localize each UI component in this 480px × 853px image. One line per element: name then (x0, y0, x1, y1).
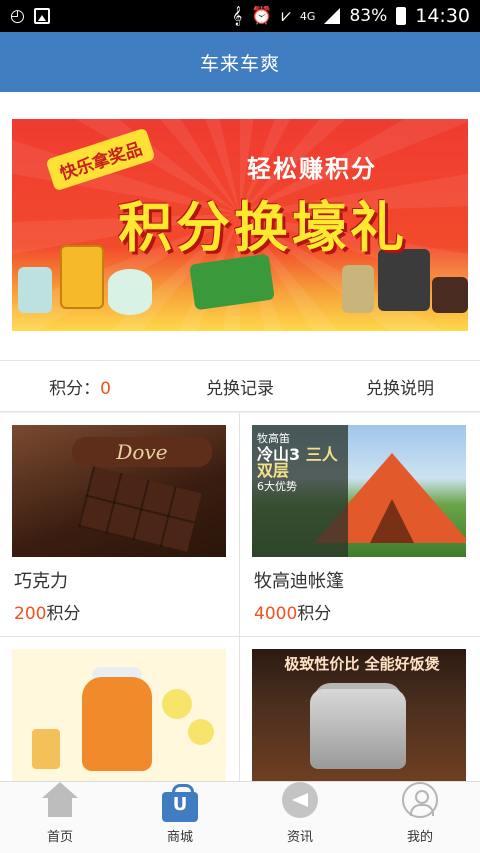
nav-mall[interactable]: 商城 (120, 782, 240, 853)
nav-label: 我的 (406, 830, 433, 845)
app-header: 车来车爽 (0, 32, 480, 92)
banner-title: 积分换壕礼 (118, 196, 408, 259)
snack (32, 729, 60, 769)
image-icon (33, 8, 50, 24)
juicer-body (82, 677, 152, 771)
chocolate-bar (78, 466, 202, 554)
nav-news[interactable]: 资讯 (240, 782, 360, 853)
bottom-nav: 首页 商城 资讯 我的 (0, 781, 480, 853)
dove-wrapper: Dove (72, 437, 212, 467)
status-bar: ◴ 𝄞 ⏰ ⩗ 4G 83% 14:30 (0, 0, 480, 32)
tent-info-panel: 牧高笛 冷山3 三人双层 6大优势 (252, 425, 348, 557)
exchange-history-link[interactable]: 兑换记录 (160, 374, 320, 399)
clock: 14:30 (415, 5, 470, 27)
cooker-slogan: 极致性价比 全能好饭煲 (284, 655, 440, 673)
product-card-tent[interactable]: 牧高笛 冷山3 三人双层 6大优势 牧高迪帐篷 4000积分 (240, 413, 480, 637)
alarm-icon: ⏰ (251, 6, 273, 26)
promo-banner[interactable]: 快乐拿奖品 轻松赚积分 积分换壕礼 (12, 119, 468, 331)
network-type: 4G (299, 9, 316, 23)
exchange-rules-link[interactable]: 兑换说明 (320, 374, 480, 399)
banner-subtitle: 轻松赚积分 (247, 155, 377, 183)
lemon (162, 689, 192, 719)
points-summary: 积分：0 (0, 374, 160, 399)
cooker-image (108, 269, 152, 315)
nav-label: 资讯 (286, 830, 313, 845)
points-bar: 积分：0 兑换记录 兑换说明 (0, 360, 480, 412)
thermos-image (342, 265, 374, 313)
nav-profile[interactable]: 我的 (360, 782, 480, 853)
product-name: 牧高迪帐篷 (254, 571, 344, 592)
nav-label: 首页 (46, 830, 73, 845)
lemon (188, 719, 214, 745)
wifi-icon: ⩗ (281, 6, 291, 26)
shopping-bag-icon (162, 784, 198, 822)
product-card-juicer[interactable] (0, 637, 240, 781)
product-points: 4000积分 (254, 604, 332, 624)
megaphone-icon (282, 782, 318, 818)
product-card-rice-cooker[interactable]: 极致性价比 全能好饭煲 (240, 637, 480, 781)
kettle-image (18, 267, 52, 313)
product-grid: Dove 巧克力 200积分 牧高笛 冷山3 三人双层 6大优势 牧高迪帐篷 4… (0, 413, 480, 781)
suitcase-image (60, 245, 104, 309)
product-image: Dove (12, 425, 226, 557)
tent-door (370, 499, 414, 543)
user-icon (402, 782, 438, 818)
banner-container: 快乐拿奖品 轻松赚积分 积分换壕礼 (0, 92, 480, 360)
appliance-image (432, 277, 468, 313)
product-card-chocolate[interactable]: Dove 巧克力 200积分 (0, 413, 240, 637)
battery-icon (396, 7, 407, 25)
cooker-body (310, 689, 406, 769)
product-image (12, 649, 226, 781)
battery-percent: 83% (349, 6, 388, 26)
points-label: 积分： (49, 378, 101, 399)
camera-360-icon: ◴ (10, 6, 25, 26)
product-image: 牧高笛 冷山3 三人双层 6大优势 (252, 425, 466, 557)
nav-label: 商城 (166, 830, 193, 845)
home-icon (42, 782, 78, 818)
nav-home[interactable]: 首页 (0, 782, 120, 853)
mute-icon: 𝄞 (232, 6, 243, 26)
product-image: 极致性价比 全能好饭煲 (252, 649, 466, 781)
points-value: 0 (100, 378, 111, 399)
page-title: 车来车爽 (199, 52, 280, 75)
signal-icon (324, 8, 341, 24)
product-name: 巧克力 (14, 571, 68, 592)
product-points: 200积分 (14, 604, 81, 624)
